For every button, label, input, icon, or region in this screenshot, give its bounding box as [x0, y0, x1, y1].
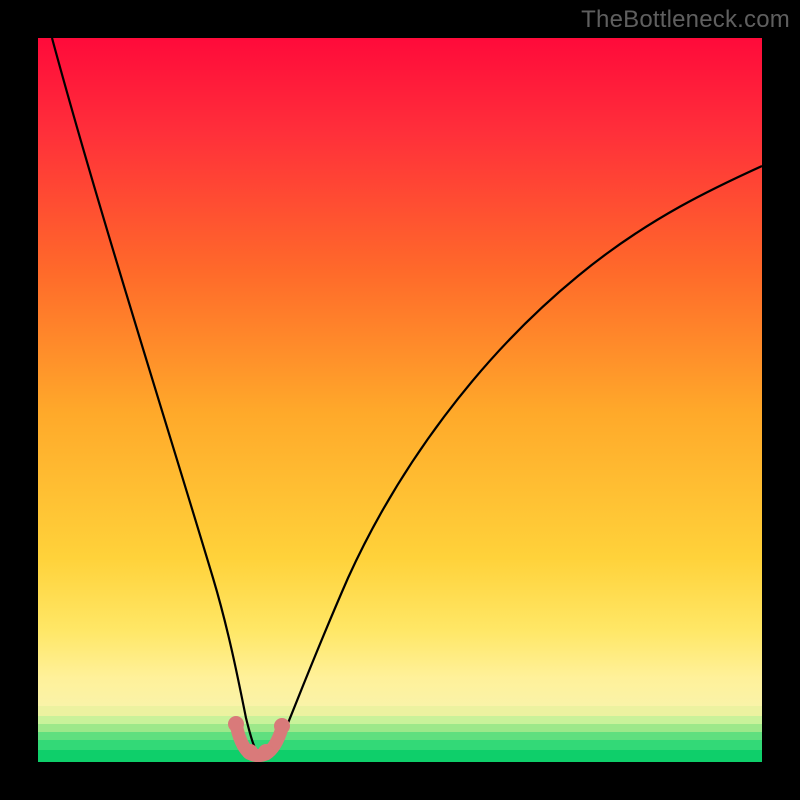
- curve-layer: [38, 38, 762, 762]
- watermark-text: TheBottleneck.com: [581, 6, 790, 34]
- marker-right: [274, 718, 290, 734]
- chart-frame: TheBottleneck.com: [0, 0, 800, 800]
- plot-area: [38, 38, 762, 762]
- marker-mid1: [242, 744, 258, 760]
- marker-left: [228, 716, 244, 732]
- bottleneck-curve: [52, 38, 762, 758]
- marker-mid2: [258, 744, 274, 760]
